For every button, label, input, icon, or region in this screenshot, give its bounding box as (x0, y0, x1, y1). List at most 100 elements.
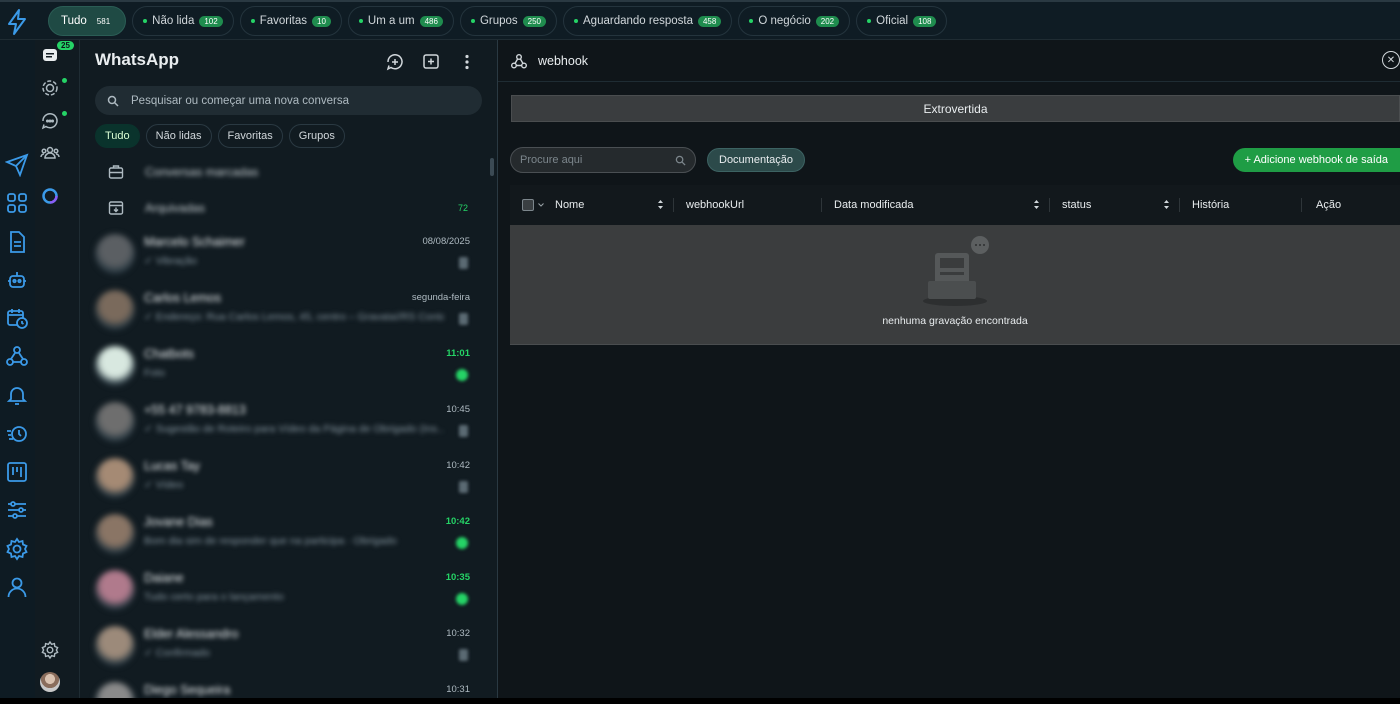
col-status[interactable]: status (1050, 185, 1180, 225)
search-icon (675, 155, 686, 166)
filter-chip-count: 108 (913, 15, 937, 27)
table-header: Nome webhookUrl Data modificada status H… (510, 185, 1400, 225)
col-webhookurl[interactable]: webhookUrl (674, 185, 822, 225)
chat-row[interactable]: Elder Alessandro ✓ Confirmado 10:32 (80, 618, 490, 674)
filter-dot (250, 19, 255, 23)
chat-preview: Tudo certo para o lançamento (144, 591, 284, 603)
chat-name: Diego Sequeira (144, 683, 231, 697)
profile-avatar[interactable] (40, 672, 60, 692)
pin-icon (459, 425, 468, 437)
channels-icon[interactable] (40, 111, 67, 131)
chat-tab[interactable]: Não lidas (145, 124, 212, 148)
app-logo-icon[interactable] (5, 8, 29, 36)
marked-conversations-label: Conversas marcadas (145, 165, 259, 179)
close-icon[interactable]: ✕ (1382, 51, 1400, 69)
chat-time: 10:42 (445, 516, 470, 527)
chat-row[interactable]: Jovane Dias Bom dia sim de responder que … (80, 506, 490, 562)
archived-label: Arquivadas (145, 201, 206, 215)
chat-avatar (95, 458, 135, 498)
webhook-search-field[interactable] (510, 147, 696, 173)
menu-kebab-icon[interactable] (457, 52, 477, 72)
user-profile-icon[interactable] (5, 575, 29, 599)
chat-tabs: Tudo Não lidas Favoritas Grupos (95, 124, 345, 148)
chat-tab[interactable]: Favoritas (217, 124, 283, 148)
filter-chip[interactable]: Grupos 250 (459, 6, 558, 36)
chat-name: Elder Alessandro (144, 627, 239, 641)
direction-segment[interactable]: Extrovertida (511, 95, 1400, 122)
bot-icon[interactable] (5, 268, 29, 292)
status-new-dot (62, 78, 67, 83)
chat-search-bar[interactable] (95, 86, 482, 115)
webhook-icon (510, 52, 528, 70)
filter-chip-label: Oficial (876, 15, 909, 27)
apps-grid-icon[interactable] (5, 191, 29, 215)
chat-tab[interactable]: Grupos (288, 124, 345, 148)
chat-row[interactable]: Marcelo Schaimer ✓ Vibração 08/08/2025 (80, 226, 490, 282)
filter-chip-count: 250 (522, 15, 547, 27)
chat-time: 10:32 (446, 628, 470, 639)
chat-search-input[interactable] (131, 94, 451, 107)
filter-chip[interactable]: Aguardando resposta 458 (563, 6, 733, 36)
chat-row[interactable]: Carlos Lemos ✓ Endereço: Rua Carlos Lemos… (80, 282, 490, 338)
archived-row[interactable]: Arquivadas 72 (80, 190, 490, 226)
chat-row[interactable]: Diego Sequeira 10:31 (80, 674, 490, 698)
chat-name: Lucas Tay (144, 459, 201, 473)
send-icon[interactable] (4, 153, 29, 178)
chat-avatar (95, 290, 135, 330)
filter-chip-label: Favoritas (259, 15, 308, 27)
chat-name: +55 47 9783-8813 (144, 403, 246, 417)
meta-ai-icon[interactable] (40, 186, 60, 206)
chevron-down-icon[interactable] (537, 201, 545, 209)
status-icon[interactable] (40, 78, 67, 98)
sort-icon[interactable] (657, 199, 664, 210)
documentation-button[interactable]: Documentação (707, 148, 805, 172)
channels-new-dot (62, 111, 67, 116)
chat-row[interactable]: Chatbots Foto 11:01 (80, 338, 490, 394)
chat-row[interactable]: +55 47 9783-8813 ✓ Sugestão de Roteiro pa… (80, 394, 490, 450)
filter-chip[interactable]: Não lida 102 (132, 6, 234, 36)
filter-chip[interactable]: Favoritas 10 (239, 6, 342, 36)
chat-row[interactable]: Daiane Tudo certo para o lançamento 10:35 (80, 562, 490, 618)
webhook-icon[interactable] (5, 344, 29, 368)
sort-icon[interactable] (1033, 199, 1040, 210)
app-nav (0, 40, 35, 698)
sliders-icon[interactable] (5, 498, 29, 522)
chat-avatar (95, 570, 135, 610)
communities-icon[interactable] (40, 143, 60, 163)
add-webhook-button[interactable]: + Adicione webhook de saída (1232, 148, 1400, 172)
chat-tab[interactable]: Tudo (95, 124, 140, 148)
chat-preview: ✓ Confirmado (144, 647, 210, 659)
sort-icon[interactable] (1163, 199, 1170, 210)
marked-conversations-row[interactable]: Conversas marcadas (80, 154, 490, 190)
filter-chip[interactable]: Tudo 581 (48, 6, 127, 36)
select-all-checkbox[interactable] (522, 199, 534, 211)
chat-avatar (95, 346, 135, 386)
filter-chip[interactable]: Um a um 486 (347, 6, 454, 36)
col-data-modificada[interactable]: Data modificada (822, 185, 1050, 225)
speed-timer-icon[interactable] (5, 421, 29, 445)
chat-preview: ✓ Endereço: Rua Carlos Lemos, 45, centro… (144, 311, 444, 323)
chats-unread-badge: 25 (57, 41, 74, 50)
chats-icon[interactable]: 25 (40, 41, 74, 65)
chat-avatar (95, 626, 135, 666)
chat-row[interactable]: Lucas Tay ✓ Vídeo 10:42 (80, 450, 490, 506)
col-nome[interactable]: Nome (550, 185, 674, 225)
chat-name: Daiane (144, 571, 184, 585)
bell-icon[interactable] (5, 383, 29, 407)
chat-avatar (95, 234, 135, 274)
new-status-icon[interactable] (385, 52, 405, 72)
settings-gear-icon[interactable] (5, 537, 29, 561)
webhook-search-input[interactable] (520, 154, 670, 166)
settings-icon[interactable] (40, 640, 60, 660)
filter-chip-label: Aguardando resposta (583, 15, 693, 27)
chat-list-scrollbar[interactable] (490, 158, 494, 176)
filter-chip-label: O negócio (758, 15, 811, 27)
filter-chip[interactable]: O negócio 202 (738, 6, 851, 36)
kanban-icon[interactable] (5, 460, 29, 484)
chat-name: Chatbots (144, 347, 195, 361)
document-icon[interactable] (5, 230, 29, 254)
new-chat-icon[interactable] (421, 52, 441, 72)
filter-dot (749, 19, 754, 23)
calendar-clock-icon[interactable] (5, 306, 29, 330)
filter-chip[interactable]: Oficial 108 (856, 6, 948, 36)
